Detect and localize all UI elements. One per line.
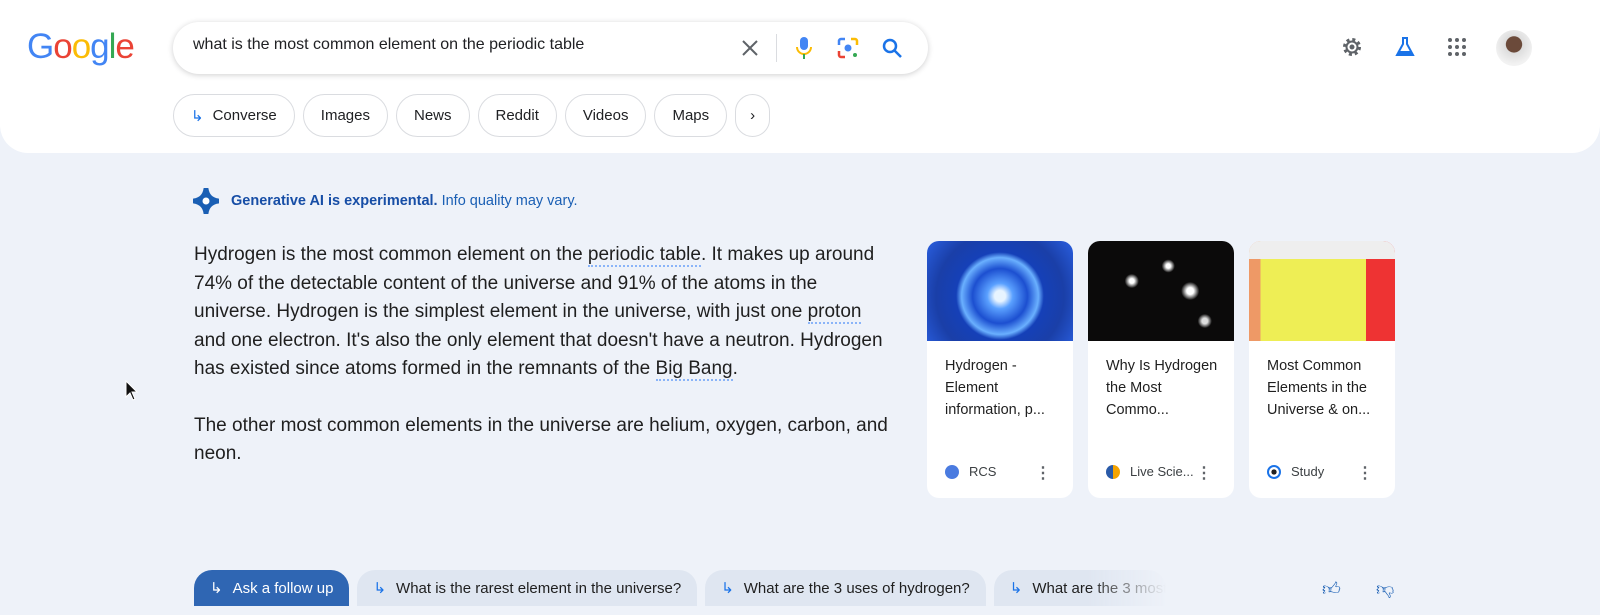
chip-videos[interactable]: Videos — [564, 94, 647, 137]
suggestion-chip[interactable]: ↳ What are the 3 most common elements — [993, 570, 1166, 606]
arrow-return-icon: ↳ — [210, 580, 223, 597]
answer-paragraph: Hydrogen is the most common element on t… — [194, 241, 889, 384]
live-science-icon — [1106, 464, 1120, 479]
source-card[interactable]: Why Is Hydrogen the Most Commo... Live S… — [1088, 241, 1234, 498]
chip-reddit[interactable]: Reddit — [477, 94, 557, 137]
card-title: Hydrogen - Element information, p... — [945, 358, 1045, 418]
globe-icon — [945, 464, 959, 479]
more-vert-icon[interactable]: ⋮ — [1357, 463, 1373, 483]
arrow-return-icon: ↳ — [721, 580, 734, 597]
answer-link[interactable]: proton — [807, 301, 862, 324]
answer-link[interactable]: Big Bang — [655, 358, 733, 381]
chip-maps[interactable]: Maps — [654, 94, 728, 137]
card-title: Why Is Hydrogen the Most Commo... — [1106, 358, 1218, 418]
search-input[interactable] — [193, 36, 713, 54]
arrow-return-icon: ↳ — [373, 580, 387, 597]
answer-text: and one electron. It's also the only ele… — [194, 329, 883, 380]
chip-label: What are the 3 most common elements — [1032, 579, 1166, 597]
card-source: Live Scie... — [1130, 464, 1194, 479]
chip-images[interactable]: Images — [302, 94, 388, 137]
arrow-return-icon: ↳ — [191, 107, 204, 125]
thumbs-down-icon[interactable]: 👎︎ — [1376, 578, 1394, 600]
avatar[interactable] — [1496, 30, 1532, 66]
search-box — [173, 22, 928, 74]
arrow-return-icon: ↳ — [1009, 580, 1023, 597]
google-logo[interactable]: Google — [27, 27, 135, 67]
chip-label: Ask a follow up — [232, 579, 334, 597]
answer-text: Hydrogen is the most common element on t… — [194, 244, 588, 265]
follow-up-chips: ↳ Ask a follow up ↳ What is the rarest ele… — [194, 570, 1166, 606]
ai-answer: Hydrogen is the most common element on t… — [194, 241, 889, 469]
chip-converse[interactable]: ↳ Converse — [173, 94, 295, 137]
chip-label: Converse — [212, 107, 277, 124]
card-image — [1249, 241, 1395, 341]
thumbs-up-icon[interactable]: 👍︎ — [1322, 578, 1341, 600]
mic-icon[interactable] — [790, 34, 818, 62]
mouse-cursor-icon — [125, 380, 139, 401]
card-title: Most Common Elements in the Universe & o… — [1267, 358, 1371, 418]
gemini-sparkle-icon — [193, 188, 219, 214]
notice-text: Info quality may vary. — [441, 193, 578, 209]
answer-link[interactable]: periodic table — [587, 244, 701, 267]
chip-label: What are the 3 uses of hydrogen? — [743, 579, 970, 597]
lens-icon[interactable] — [834, 34, 862, 62]
card-source: Study — [1291, 464, 1325, 479]
suggestion-chip[interactable]: ↳ What is the rarest element in the unive… — [357, 570, 698, 606]
chip-label: What is the rarest element in the univer… — [396, 579, 682, 597]
clear-icon[interactable] — [736, 34, 764, 62]
gear-icon[interactable] — [1338, 33, 1366, 61]
chevron-right-icon[interactable]: › — [735, 94, 771, 137]
header: Google ↳ Converse Images News Reddit Vide… — [0, 0, 1600, 153]
card-image — [927, 241, 1073, 341]
apps-grid-icon[interactable] — [1443, 33, 1471, 61]
card-source: RCS — [969, 464, 997, 479]
study-play-icon — [1267, 464, 1281, 479]
source-card[interactable]: Hydrogen - Element information, p... RCS… — [927, 241, 1073, 498]
chip-news[interactable]: News — [395, 94, 470, 137]
more-vert-icon[interactable]: ⋮ — [1035, 463, 1051, 483]
ai-notice: Generative AI is experimental. Info quali… — [193, 188, 578, 214]
search-filter-chips: ↳ Converse Images News Reddit Videos Maps… — [173, 94, 771, 137]
suggestion-chip[interactable]: ↳ What are the 3 uses of hydrogen? — [705, 570, 986, 606]
more-vert-icon[interactable]: ⋮ — [1196, 463, 1212, 483]
divider — [776, 34, 777, 62]
source-card[interactable]: Most Common Elements in the Universe & o… — [1249, 241, 1395, 498]
ask-follow-up-button[interactable]: ↳ Ask a follow up — [194, 570, 350, 606]
notice-bold: Generative AI is experimental. — [231, 193, 438, 209]
card-image — [1088, 241, 1234, 341]
labs-flask-icon[interactable] — [1391, 33, 1419, 61]
answer-paragraph: The other most common elements in the un… — [194, 414, 888, 465]
answer-text: . — [732, 358, 738, 379]
search-icon[interactable] — [878, 34, 906, 62]
